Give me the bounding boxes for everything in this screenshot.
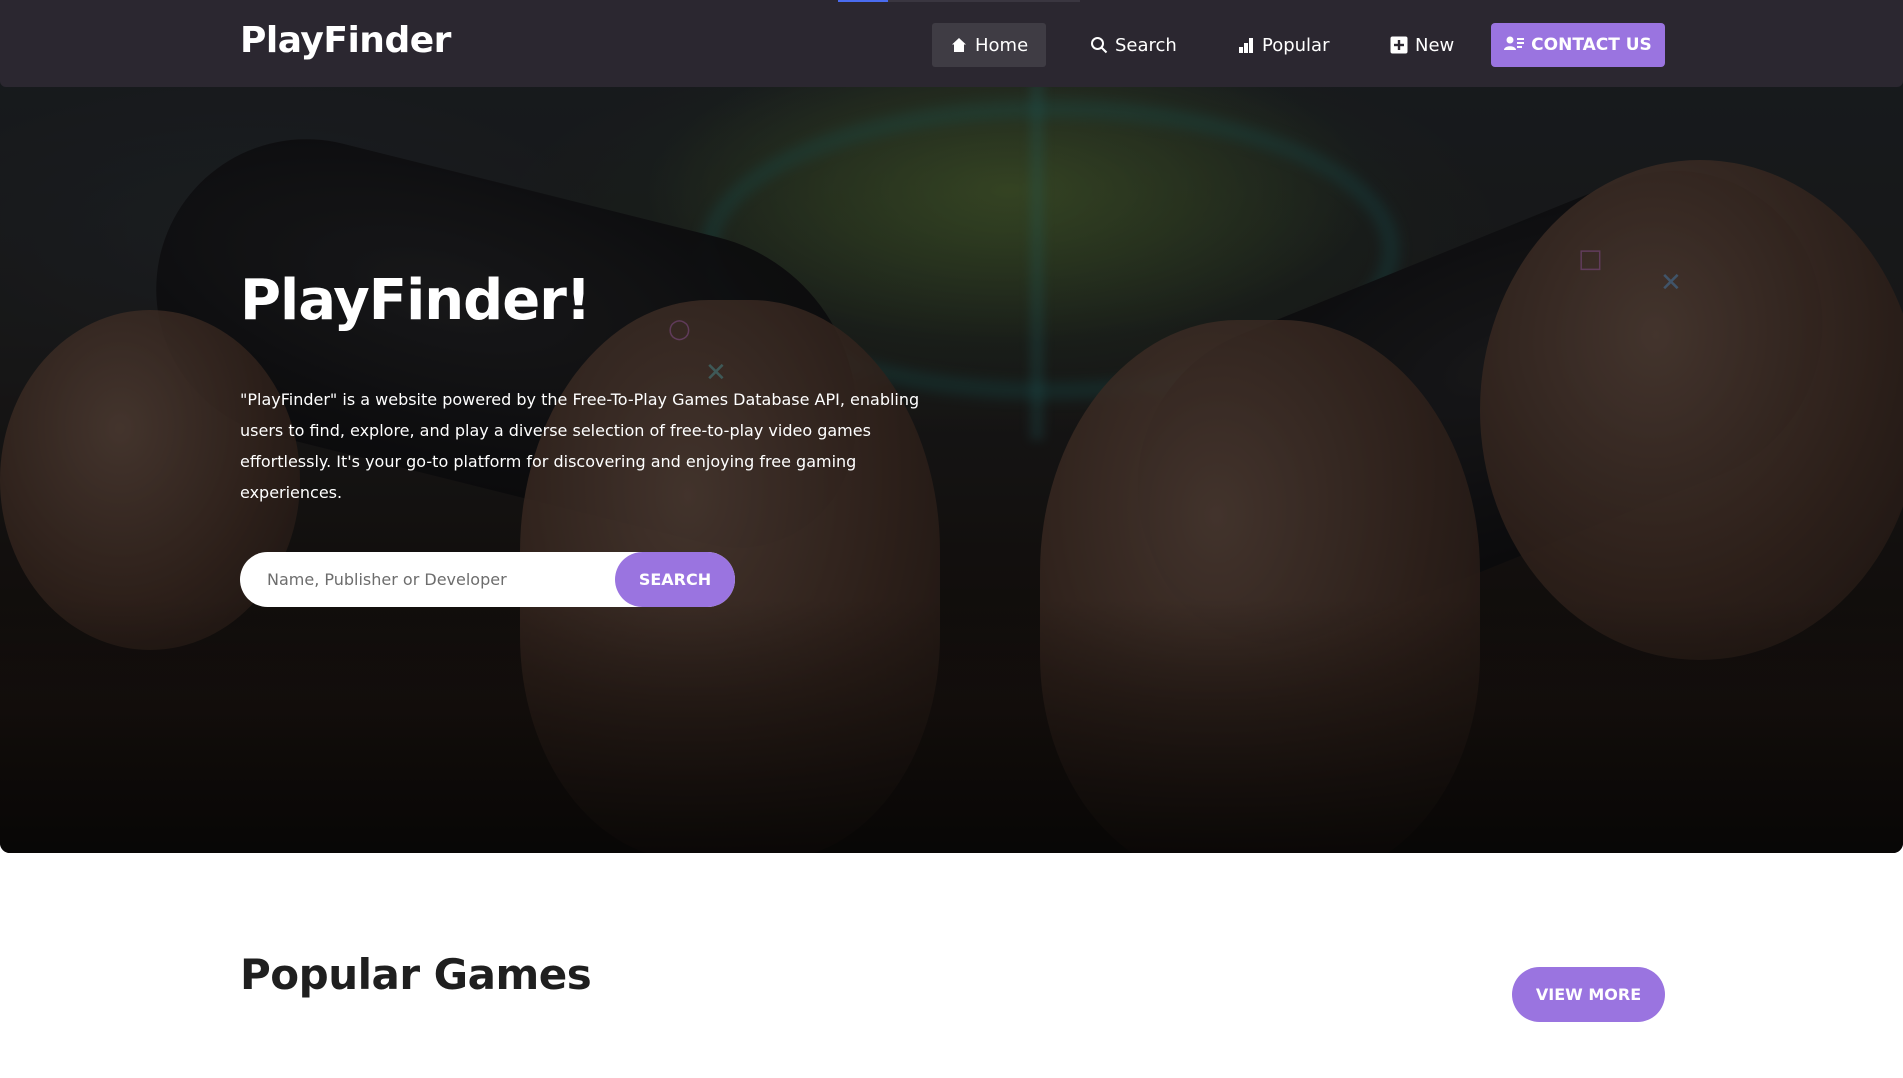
nav-top-indicator bbox=[838, 0, 888, 2]
plus-square-icon bbox=[1390, 36, 1408, 54]
nav-item-label: Popular bbox=[1262, 34, 1330, 56]
hero-title: PlayFinder! bbox=[240, 268, 591, 333]
search-icon bbox=[1090, 36, 1108, 54]
contact-us-button[interactable]: CONTACT US bbox=[1491, 23, 1665, 67]
hero-section: ○ ✕ □ ✕ PlayFinder! "PlayFinder" is a we… bbox=[0, 0, 1903, 853]
view-more-button[interactable]: VIEW MORE bbox=[1512, 967, 1665, 1022]
nav-item-label: Search bbox=[1115, 34, 1177, 56]
search-input[interactable] bbox=[240, 552, 615, 607]
hero-search-form: SEARCH bbox=[240, 552, 735, 607]
bar-chart-icon bbox=[1237, 36, 1255, 54]
brand-logo[interactable]: PlayFinder bbox=[240, 20, 451, 61]
navbar: PlayFinder Home Search Popular New CONTA… bbox=[0, 0, 1903, 87]
contact-us-label: CONTACT US bbox=[1531, 35, 1652, 55]
popular-games-title: Popular Games bbox=[240, 950, 592, 999]
user-card-icon bbox=[1504, 35, 1525, 56]
nav-item-label: New bbox=[1415, 34, 1455, 56]
nav-item-label: Home bbox=[975, 34, 1029, 56]
search-button[interactable]: SEARCH bbox=[615, 552, 735, 607]
nav-item-popular[interactable]: Popular bbox=[1219, 23, 1348, 67]
page: ○ ✕ □ ✕ PlayFinder! "PlayFinder" is a we… bbox=[0, 0, 1903, 1078]
nav-item-search[interactable]: Search bbox=[1072, 23, 1195, 67]
home-icon bbox=[950, 36, 968, 54]
nav-item-new[interactable]: New bbox=[1372, 23, 1472, 67]
nav-item-home[interactable]: Home bbox=[932, 23, 1047, 67]
nav-top-indicator bbox=[888, 0, 1080, 2]
hero-description: "PlayFinder" is a website powered by the… bbox=[240, 390, 920, 502]
